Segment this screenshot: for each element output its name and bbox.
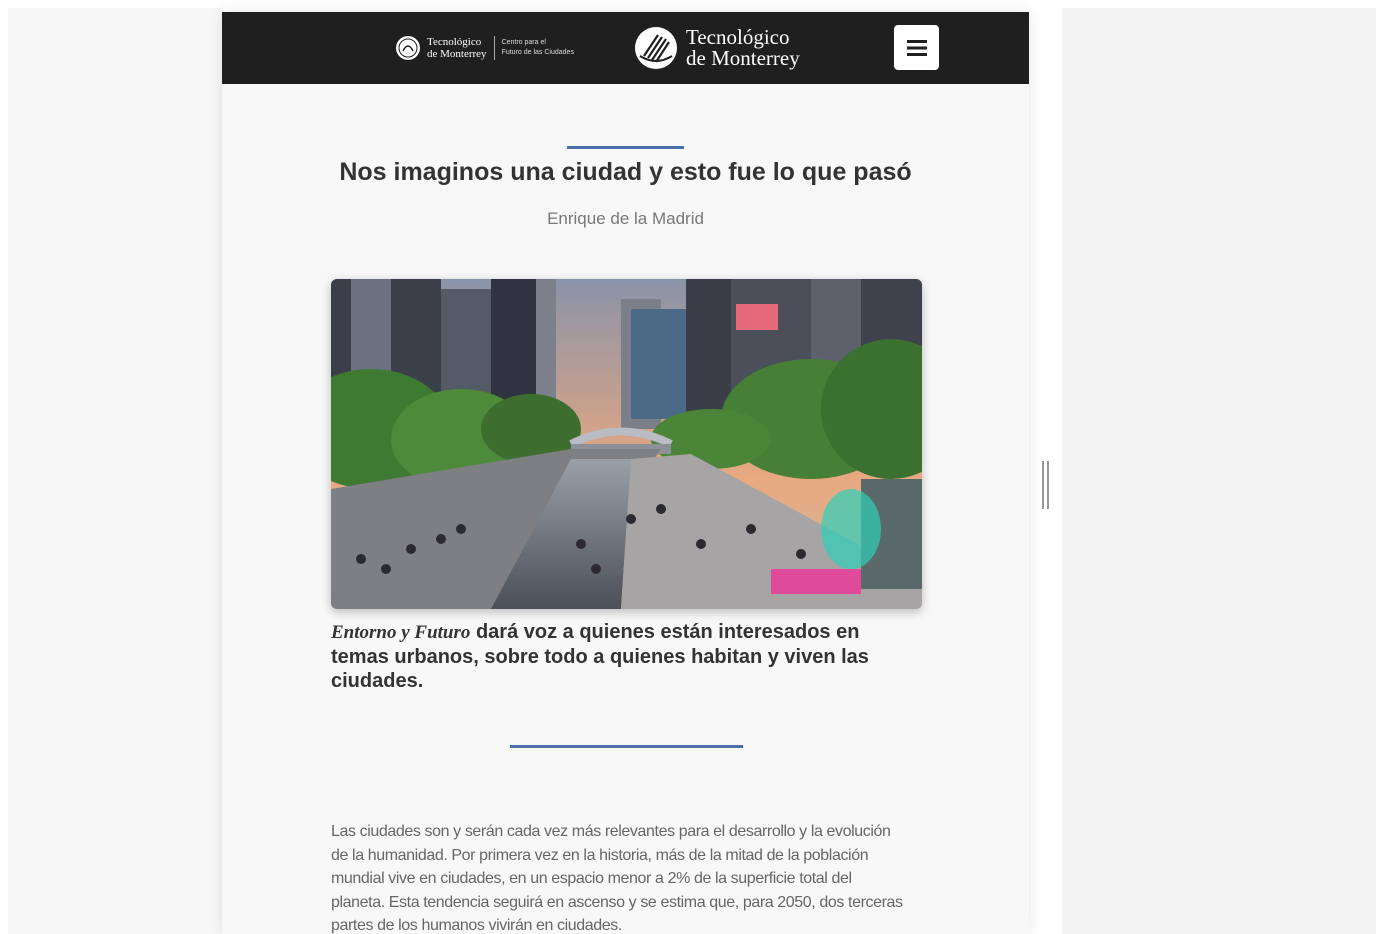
main-logo-link[interactable]: Tecnológico de Monterrey	[634, 24, 800, 72]
small-logo-sub-line1: Centro para el	[501, 39, 546, 46]
city-canal-photo	[331, 279, 922, 609]
outer-background-left	[8, 8, 222, 934]
tec-logo-icon	[635, 27, 677, 69]
resize-handle[interactable]	[1040, 461, 1052, 509]
main-logo-name: Tecnológico de Monterrey	[686, 27, 800, 69]
main-logo-line2: de Monterrey	[686, 46, 800, 70]
hamburger-menu-icon	[906, 39, 927, 56]
article-title: Nos imaginos una ciudad y esto fue lo qu…	[339, 158, 912, 186]
small-logo-sub-line2: Futuro de las Ciudades	[501, 49, 574, 56]
article-author: Enrique de la Madrid	[547, 209, 704, 228]
article-photo	[331, 279, 922, 609]
small-logo-subtitle: Centro para el Futuro de las Ciudades	[502, 38, 574, 58]
small-logo-name: Tecnológico de Monterrey	[427, 36, 487, 60]
main-logo-line1: Tecnológico	[686, 25, 790, 49]
center-logo-link[interactable]: Tecnológico de Monterrey Centro para el …	[395, 32, 574, 64]
menu-button[interactable]	[894, 25, 939, 70]
small-logo-line2: de Monterrey	[427, 48, 487, 60]
logo-separator	[493, 36, 495, 60]
resize-handle-bar-left	[1042, 461, 1044, 509]
article-body: Las ciudades son y serán cada vez más re…	[331, 823, 903, 934]
article-page: Tecnológico de Monterrey Centro para el …	[222, 12, 1029, 934]
resize-handle-bar-right	[1047, 461, 1049, 509]
section-divider	[510, 745, 743, 748]
image-caption: Entorno y Futuro dará voz a quienes está…	[331, 620, 901, 693]
small-logo-line1: Tecnológico	[427, 36, 482, 48]
caption-brand: Entorno y Futuro	[331, 622, 471, 643]
outer-background-right	[1062, 8, 1376, 934]
tec-seal-icon	[396, 36, 420, 60]
title-divider	[567, 146, 684, 149]
site-header: Tecnológico de Monterrey Centro para el …	[222, 12, 1029, 84]
